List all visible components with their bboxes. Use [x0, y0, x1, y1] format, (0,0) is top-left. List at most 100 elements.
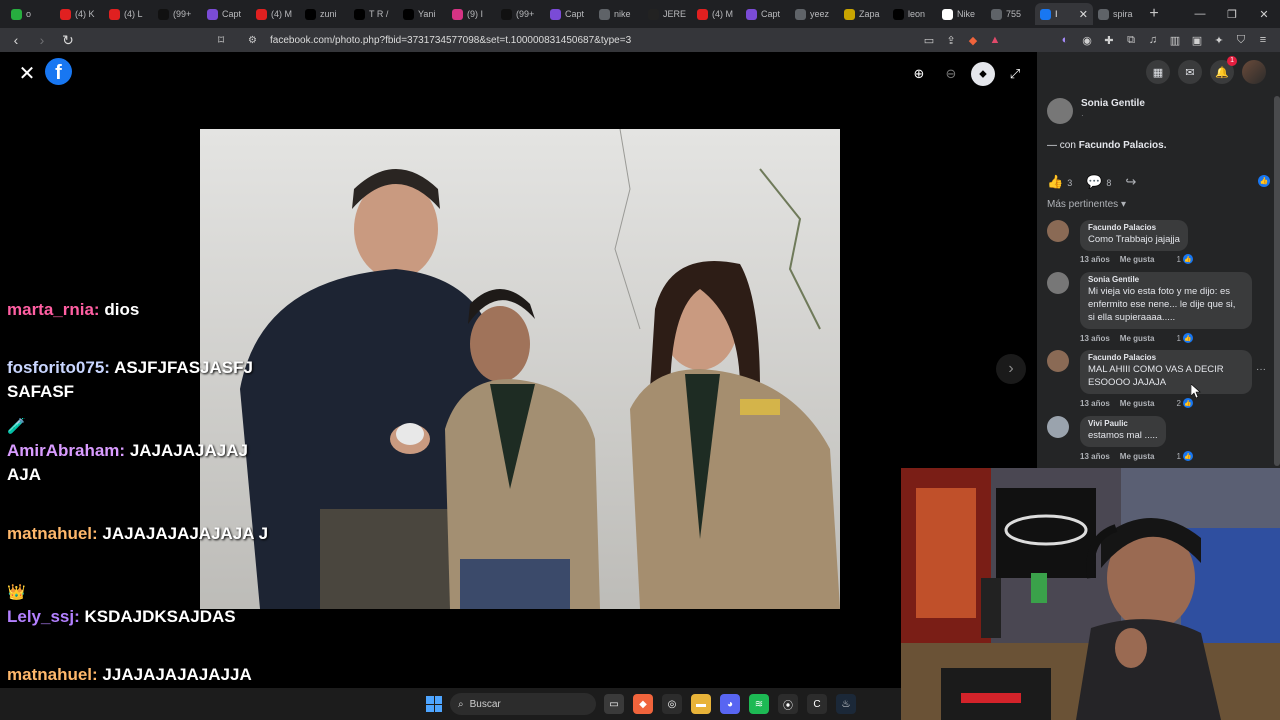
browser-tab[interactable]: (99+: [153, 3, 202, 25]
chrome-icon[interactable]: ◎: [662, 694, 682, 714]
browser-tab[interactable]: Nike: [937, 3, 986, 25]
extension-icon[interactable]: ✚: [1102, 34, 1116, 47]
comment-reaction-count[interactable]: 1 👍: [1176, 254, 1193, 264]
site-settings-icon[interactable]: ⚙: [248, 35, 262, 46]
fullscreen-icon[interactable]: ⤢: [1003, 62, 1027, 86]
zoom-in-icon[interactable]: ⊕: [907, 62, 931, 86]
steam-icon[interactable]: ♨: [836, 694, 856, 714]
browser-tab[interactable]: T R /: [349, 3, 398, 25]
menu-grid-icon[interactable]: ▦: [1146, 60, 1170, 84]
browser-tab[interactable]: zuni: [300, 3, 349, 25]
browser-tab[interactable]: JERE: [643, 3, 692, 25]
commenter-avatar[interactable]: [1047, 416, 1069, 438]
task-view-icon[interactable]: ▭: [604, 694, 624, 714]
facebook-logo-icon[interactable]: f: [45, 58, 72, 85]
browser-tab[interactable]: spira: [1093, 3, 1142, 25]
discord-icon[interactable]: ◕: [720, 694, 740, 714]
media-icon[interactable]: ♫: [1146, 34, 1160, 46]
commenter-avatar[interactable]: [1047, 220, 1069, 242]
comment-like-button[interactable]: Me gusta: [1120, 399, 1155, 408]
windows-start-icon[interactable]: [426, 696, 442, 712]
zoom-out-icon[interactable]: ⊖: [939, 62, 963, 86]
browser-tab[interactable]: (4) M: [692, 3, 741, 25]
screenshot-icon[interactable]: ⧉: [1124, 34, 1138, 47]
comment-author[interactable]: Facundo Palacios: [1088, 353, 1244, 362]
commenter-avatar[interactable]: [1047, 350, 1069, 372]
tagged-user[interactable]: Facundo Palacios.: [1079, 140, 1167, 151]
comment-like-button[interactable]: Me gusta: [1120, 334, 1155, 343]
vpn-icon[interactable]: ◉: [1080, 34, 1094, 47]
reload-icon[interactable]: ↻: [58, 32, 78, 49]
comment-reaction-count[interactable]: 1 👍: [1176, 451, 1193, 461]
share-icon[interactable]: ⇪: [944, 34, 958, 47]
comment-time[interactable]: 13 años: [1080, 452, 1110, 461]
maximize-icon[interactable]: ❐: [1216, 0, 1248, 28]
commenter-avatar[interactable]: [1047, 272, 1069, 294]
tab-close-icon[interactable]: ✕: [1079, 8, 1088, 21]
browser-tab[interactable]: yeez: [790, 3, 839, 25]
browser-tab[interactable]: 755: [986, 3, 1035, 25]
author-name[interactable]: Sonia Gentile: [1081, 98, 1145, 109]
new-tab-button[interactable]: +: [1142, 5, 1166, 23]
author-avatar[interactable]: [1047, 98, 1073, 124]
forward-icon[interactable]: ›: [32, 32, 52, 48]
minimize-icon[interactable]: —: [1184, 0, 1216, 28]
close-window-icon[interactable]: ✕: [1248, 0, 1280, 28]
ccleaner-icon[interactable]: C: [807, 694, 827, 714]
panel-scrollbar[interactable]: [1274, 96, 1280, 466]
browser-tab[interactable]: o: [6, 3, 55, 25]
brave-rewards-icon[interactable]: ▲: [988, 34, 1002, 46]
comment-author[interactable]: Facundo Palacios: [1088, 223, 1180, 232]
install-icon[interactable]: ▭: [922, 34, 936, 47]
browser-tab[interactable]: (9) I: [447, 3, 496, 25]
comment-reaction-count[interactable]: 2 👍: [1176, 398, 1193, 408]
messenger-icon[interactable]: ✉: [1178, 60, 1202, 84]
browser-tab[interactable]: (4) K: [55, 3, 104, 25]
comment-time[interactable]: 13 años: [1080, 255, 1110, 264]
browser-tab[interactable]: Zapa: [839, 3, 888, 25]
comment-options-icon[interactable]: ···: [1256, 364, 1266, 375]
leo-icon[interactable]: ◐: [1058, 34, 1072, 46]
tag-icon[interactable]: ⬥: [971, 62, 995, 86]
close-viewer-button[interactable]: ✕: [14, 60, 40, 86]
spotify-icon[interactable]: ≋: [749, 694, 769, 714]
profile-avatar[interactable]: [1242, 60, 1266, 84]
browser-tab[interactable]: Capt: [741, 3, 790, 25]
brave-browser-icon[interactable]: ◆: [633, 694, 653, 714]
taskbar-search[interactable]: ⌕ Buscar: [450, 693, 596, 715]
obs-icon[interactable]: ⦿: [778, 694, 798, 714]
comment-time[interactable]: 13 años: [1080, 334, 1110, 343]
browser-tab[interactable]: (99+: [496, 3, 545, 25]
next-photo-button[interactable]: ›: [996, 354, 1026, 384]
browser-tab[interactable]: leon: [888, 3, 937, 25]
browser-tab[interactable]: Yani: [398, 3, 447, 25]
menu-icon[interactable]: ≡: [1256, 34, 1270, 46]
back-icon[interactable]: ‹: [6, 32, 26, 48]
browser-tab[interactable]: Capt: [545, 3, 594, 25]
share-action[interactable]: ↪: [1125, 174, 1140, 190]
sidebar-icon[interactable]: ▥: [1168, 34, 1182, 47]
browser-tab[interactable]: nike: [594, 3, 643, 25]
bookmark-icon[interactable]: ⌑: [218, 33, 234, 47]
like-action[interactable]: 👍 3: [1047, 174, 1072, 190]
address-bar[interactable]: ⌑ ⚙ facebook.com/photo.php?fbid=37317345…: [218, 31, 963, 49]
comment-time[interactable]: 13 años: [1080, 399, 1110, 408]
browser-tab[interactable]: (4) L: [104, 3, 153, 25]
file-explorer-icon[interactable]: ▬: [691, 694, 711, 714]
comment-reaction-count[interactable]: 1 👍: [1176, 333, 1193, 343]
comment-like-button[interactable]: Me gusta: [1120, 255, 1155, 264]
comment-like-button[interactable]: Me gusta: [1120, 452, 1155, 461]
ai-icon[interactable]: ✦: [1212, 34, 1226, 47]
comment-author[interactable]: Vivi Paulic: [1088, 419, 1158, 428]
comment-sort-dropdown[interactable]: Más pertinentes ▾: [1047, 199, 1126, 210]
wallet-icon[interactable]: ▣: [1190, 34, 1204, 47]
comment-author[interactable]: Sonia Gentile: [1088, 275, 1244, 284]
brave-shield-icon[interactable]: ◆: [966, 34, 980, 47]
shield-icon[interactable]: ⛉: [1234, 34, 1248, 47]
browser-tab[interactable]: I ✕: [1035, 3, 1093, 25]
browser-tab[interactable]: Capt: [202, 3, 251, 25]
browser-tab[interactable]: (4) M: [251, 3, 300, 25]
comment-action[interactable]: 💬 8: [1086, 174, 1111, 190]
notifications-icon[interactable]: 🔔 1: [1210, 56, 1237, 84]
url-text[interactable]: facebook.com/photo.php?fbid=373173457709…: [270, 35, 631, 46]
